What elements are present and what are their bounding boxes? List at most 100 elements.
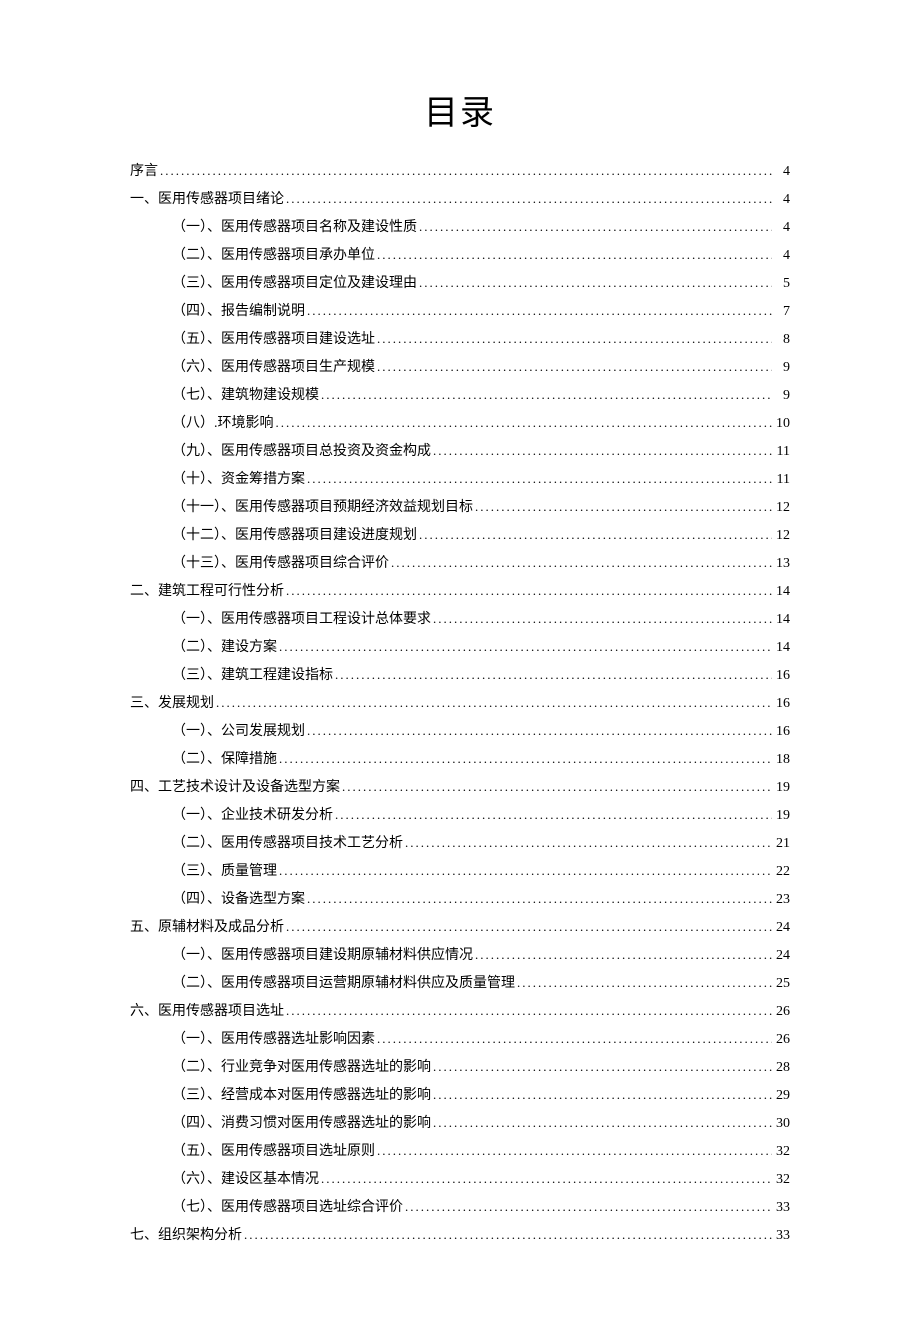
toc-entry-label: 二、建筑工程可行性分析	[130, 578, 284, 606]
toc-dot-leader	[340, 774, 772, 800]
toc-dot-leader	[305, 886, 772, 912]
toc-dot-leader	[305, 466, 772, 492]
toc-entry-page: 12	[772, 522, 790, 550]
toc-entry-label: （六）、建设区基本情况	[172, 1166, 319, 1194]
toc-entry: （六）、医用传感器项目生产规模9	[130, 354, 790, 382]
toc-entry: （三）、经营成本对医用传感器选址的影响29	[130, 1082, 790, 1110]
toc-entry-page: 12	[772, 494, 790, 522]
toc-entry-label: （二）、医用传感器项目承办单位	[172, 242, 375, 270]
toc-entry: （四）、消费习惯对医用传感器选址的影响30	[130, 1110, 790, 1138]
toc-entry: （十）、资金筹措方案11	[130, 466, 790, 494]
toc-dot-leader	[473, 494, 772, 520]
toc-entry-page: 18	[772, 746, 790, 774]
toc-dot-leader	[431, 1110, 772, 1136]
toc-entry-page: 7	[772, 298, 790, 326]
toc-entry-label: （十二）、医用传感器项目建设进度规划	[172, 522, 417, 550]
toc-entry: （九）、医用传感器项目总投资及资金构成11	[130, 438, 790, 466]
toc-dot-leader	[417, 270, 772, 296]
toc-entry-page: 13	[772, 550, 790, 578]
toc-entry-page: 11	[772, 466, 790, 494]
toc-entry-label: （十一）、医用传感器项目预期经济效益规划目标	[172, 494, 473, 522]
toc-entry-label: （一）、医用传感器项目工程设计总体要求	[172, 606, 431, 634]
toc-entry-label: （三）、医用传感器项目定位及建设理由	[172, 270, 417, 298]
toc-entry-page: 32	[772, 1138, 790, 1166]
toc-dot-leader	[277, 634, 772, 660]
toc-entry: 五、原辅材料及成品分析24	[130, 914, 790, 942]
toc-dot-leader	[417, 214, 772, 240]
toc-entry: 二、建筑工程可行性分析 14	[130, 578, 790, 606]
toc-entry-label: 一、医用传感器项目绪论	[130, 186, 284, 214]
toc-entry: （三）、质量管理 22	[130, 858, 790, 886]
toc-entry-page: 14	[772, 578, 790, 606]
toc-dot-leader	[473, 942, 772, 968]
toc-entry-label: （六）、医用传感器项目生产规模	[172, 354, 375, 382]
toc-dot-leader	[431, 438, 772, 464]
toc-entry: （十一）、医用传感器项目预期经济效益规划目标 12	[130, 494, 790, 522]
toc-entry: （四）、报告编制说明 7	[130, 298, 790, 326]
toc-entry-label: （一）、医用传感器项目名称及建设性质	[172, 214, 417, 242]
toc-entry-page: 21	[772, 830, 790, 858]
toc-entry-page: 4	[772, 242, 790, 270]
toc-entry-page: 19	[772, 774, 790, 802]
toc-entry-page: 22	[772, 858, 790, 886]
toc-entry-label: （四）、设备选型方案	[172, 886, 305, 914]
toc-dot-leader	[284, 186, 772, 212]
toc-dot-leader	[274, 410, 773, 436]
toc-entry-label: （一）、医用传感器项目建设期原辅材料供应情况	[172, 942, 473, 970]
toc-entry-label: （七）、医用传感器项目选址综合评价	[172, 1194, 403, 1222]
toc-dot-leader	[375, 1026, 772, 1052]
toc-entry: （二）、建设方案14	[130, 634, 790, 662]
toc-entry-label: （一）、公司发展规划	[172, 718, 305, 746]
toc-entry-page: 4	[772, 214, 790, 242]
toc-entry-page: 23	[772, 886, 790, 914]
toc-entry-label: （一）、医用传感器选址影响因素	[172, 1026, 375, 1054]
toc-entry-page: 8	[772, 326, 790, 354]
toc-entry-label: （八）.环境影响	[172, 410, 274, 438]
toc-entry-label: 三、发展规划	[130, 690, 214, 718]
toc-entry-label: （五）、医用传感器项目建设选址	[172, 326, 375, 354]
toc-entry-page: 24	[772, 914, 790, 942]
toc-entry-label: （四）、报告编制说明	[172, 298, 305, 326]
toc-entry-page: 16	[772, 690, 790, 718]
toc-entry-label: （二）、建设方案	[172, 634, 277, 662]
toc-dot-leader	[214, 690, 772, 716]
toc-entry-label: （三）、质量管理	[172, 858, 277, 886]
toc-dot-leader	[319, 1166, 772, 1192]
toc-dot-leader	[242, 1222, 772, 1248]
toc-dot-leader	[375, 242, 772, 268]
toc-entry-label: （三）、经营成本对医用传感器选址的影响	[172, 1082, 431, 1110]
toc-entry: （六）、建设区基本情况 32	[130, 1166, 790, 1194]
toc-dot-leader	[305, 298, 772, 324]
toc-entry-page: 30	[772, 1110, 790, 1138]
toc-entry-page: 19	[772, 802, 790, 830]
toc-entry-label: （九）、医用传感器项目总投资及资金构成	[172, 438, 431, 466]
toc-entry-page: 32	[772, 1166, 790, 1194]
toc-dot-leader	[277, 858, 772, 884]
toc-entry: （七）、医用传感器项目选址综合评价 33	[130, 1194, 790, 1222]
toc-entry-page: 9	[772, 382, 790, 410]
toc-entry: （一）、医用传感器项目名称及建设性质 4	[130, 214, 790, 242]
toc-entry: （一）、医用传感器项目建设期原辅材料供应情况24	[130, 942, 790, 970]
toc-entry-label: （三）、建筑工程建设指标	[172, 662, 333, 690]
toc-entry-page: 26	[772, 998, 790, 1026]
toc-entry-label: （二）、医用传感器项目运营期原辅材料供应及质量管理	[172, 970, 515, 998]
toc-entry: （七）、建筑物建设规模9	[130, 382, 790, 410]
toc-dot-leader	[417, 522, 772, 548]
toc-entry: （五）、医用传感器项目建设选址 8	[130, 326, 790, 354]
toc-entry-label: （十三）、医用传感器项目综合评价	[172, 550, 389, 578]
toc-entry: 一、医用传感器项目绪论4	[130, 186, 790, 214]
toc-entry-page: 25	[772, 970, 790, 998]
toc-dot-leader	[284, 998, 772, 1024]
toc-entry-page: 33	[772, 1194, 790, 1222]
toc-entry: （三）、医用传感器项目定位及建设理由 5	[130, 270, 790, 298]
toc-entry: （三）、建筑工程建设指标16	[130, 662, 790, 690]
toc-entry: （二）、医用传感器项目运营期原辅材料供应及质量管理 25	[130, 970, 790, 998]
toc-entry-page: 4	[772, 158, 790, 186]
toc-entry-page: 5	[772, 270, 790, 298]
toc-entry: （一）、医用传感器选址影响因素26	[130, 1026, 790, 1054]
toc-dot-leader	[375, 1138, 772, 1164]
toc-entry-label: （五）、医用传感器项目选址原则	[172, 1138, 375, 1166]
toc-entry-label: 六、医用传感器项目选址	[130, 998, 284, 1026]
toc-entry: 序言4	[130, 158, 790, 186]
toc-entry: （二）、行业竞争对医用传感器选址的影响28	[130, 1054, 790, 1082]
